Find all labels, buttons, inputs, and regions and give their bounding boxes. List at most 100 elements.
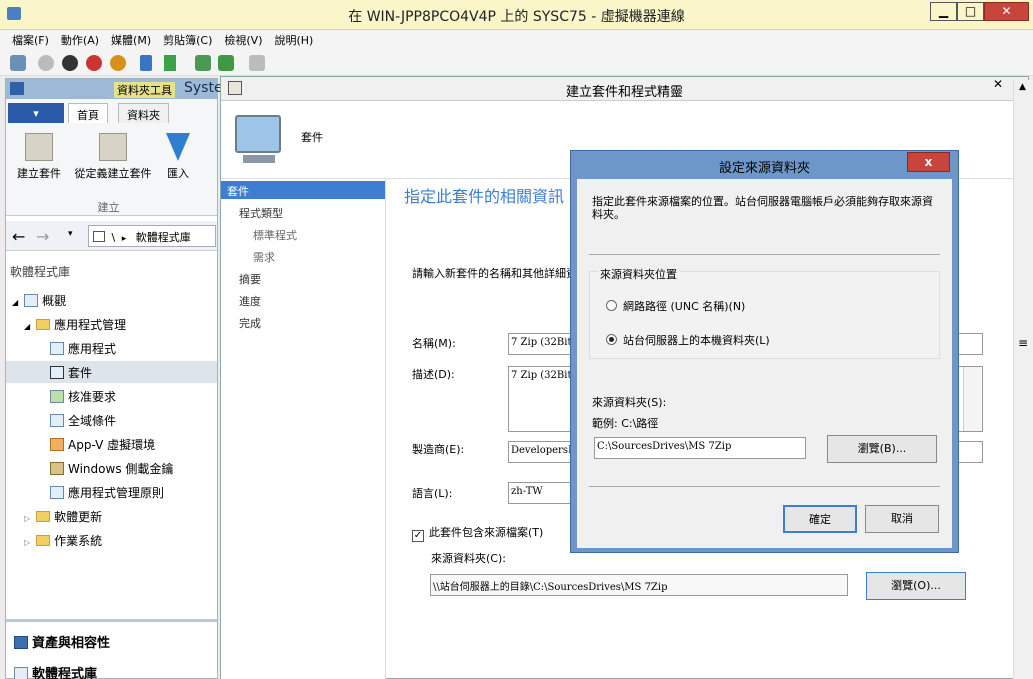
workspace-assets-compliance[interactable]: 資產與相容性 bbox=[14, 632, 110, 651]
wizard-titlebar: 建立套件和程式精靈 ✕ bbox=[221, 77, 1028, 101]
dialog-close-button[interactable]: x bbox=[907, 152, 950, 172]
tab-home[interactable]: 首頁 bbox=[68, 103, 108, 123]
contains-source-checkbox[interactable]: ✓ 此套件包含來源檔案(T) bbox=[412, 524, 543, 542]
browse-source-button[interactable]: 瀏覽(O)... bbox=[866, 572, 966, 600]
back-arrow-icon[interactable]: ← bbox=[12, 227, 25, 246]
scroll-grip-icon: ≡ bbox=[1018, 336, 1029, 350]
tree-item-global-conditions[interactable]: 全域條件 bbox=[50, 412, 116, 429]
tab-folder[interactable]: 資料夾 bbox=[118, 103, 169, 123]
tree-label: 軟體更新 bbox=[54, 510, 103, 524]
tree-item-app-management[interactable]: ◢ 應用程式管理 bbox=[24, 316, 126, 333]
key-icon bbox=[50, 462, 64, 475]
tree-item-packages[interactable]: 套件 bbox=[6, 361, 217, 383]
turn-off-icon[interactable] bbox=[62, 55, 78, 71]
console-icon bbox=[10, 82, 24, 95]
create-from-definition-button[interactable]: 從定義建立套件 bbox=[68, 133, 158, 181]
option-label: 網路路徑 (UNC 名稱)(N) bbox=[623, 300, 746, 313]
tree-label: App-V 虛擬環境 bbox=[68, 438, 156, 452]
tree-label: Windows 側載金鑰 bbox=[68, 462, 174, 476]
import-label: 匯入 bbox=[167, 167, 189, 180]
config-manager-console: 資料夾工具 Syste ▾ 首頁 資料夾 建立套件 從定義建立套件 匯入 建立 … bbox=[5, 78, 223, 679]
package-icon bbox=[25, 133, 53, 161]
share-icon[interactable] bbox=[249, 55, 265, 71]
scroll-up-icon[interactable]: ▲ bbox=[1019, 82, 1026, 92]
workspace-label: 軟體程式庫 bbox=[32, 667, 98, 679]
source-folder-input[interactable]: C:\SourcesDrives\MS 7Zip bbox=[594, 437, 806, 459]
assets-icon bbox=[14, 636, 28, 649]
step-standard-program: 標準程式 bbox=[253, 229, 297, 242]
workspace-label: 資產與相容性 bbox=[32, 636, 111, 651]
breadcrumb-separator: \ bbox=[111, 231, 116, 244]
vm-toolbar bbox=[0, 50, 1033, 76]
minimize-button[interactable]: ▁ bbox=[930, 2, 957, 21]
history-dropdown-icon[interactable]: ▾ bbox=[68, 229, 73, 239]
option-local[interactable]: 站台伺服器上的本機資料夾(L) bbox=[606, 332, 770, 348]
tree-item-overview[interactable]: ◢ 概觀 bbox=[12, 292, 66, 309]
maximize-button[interactable]: □ bbox=[957, 2, 984, 21]
save-state-icon[interactable] bbox=[110, 55, 126, 71]
source-folder-label: 來源資料夾(C): bbox=[431, 552, 506, 565]
shutdown-icon[interactable] bbox=[86, 55, 102, 71]
manufacturer-label: 製造商(E): bbox=[412, 443, 465, 456]
folder-icon bbox=[36, 535, 51, 546]
approval-icon bbox=[50, 390, 64, 403]
menu-file[interactable]: 檔案(F) bbox=[6, 30, 55, 50]
close-button[interactable]: ✕ bbox=[984, 2, 1029, 21]
tree-item-operating-systems[interactable]: ▷ 作業系統 bbox=[24, 532, 102, 549]
create-from-definition-label: 從定義建立套件 bbox=[74, 167, 152, 180]
tree-item-applications[interactable]: 應用程式 bbox=[50, 340, 116, 357]
tree-label: 核准要求 bbox=[68, 390, 117, 404]
ribbon-menu-button[interactable]: ▾ bbox=[8, 103, 64, 123]
ok-button[interactable]: 確定 bbox=[783, 505, 857, 533]
dialog-separator bbox=[589, 486, 940, 487]
tree-item-appv[interactable]: App-V 虛擬環境 bbox=[50, 436, 155, 453]
description-label: 描述(D): bbox=[412, 368, 455, 381]
checkpoint-icon[interactable] bbox=[195, 55, 211, 71]
menu-media[interactable]: 媒體(M) bbox=[105, 30, 157, 50]
create-package-label: 建立套件 bbox=[17, 167, 61, 180]
browse-button[interactable]: 瀏覽(B)... bbox=[827, 435, 937, 463]
folder-icon bbox=[36, 319, 51, 330]
address-bar: ← → ▾ \ ▸ 軟體程式庫 bbox=[6, 221, 217, 251]
breadcrumb[interactable]: \ ▸ 軟體程式庫 bbox=[88, 225, 216, 247]
checkbox-label: 此套件包含來源檔案(T) bbox=[429, 526, 544, 539]
pause-icon[interactable] bbox=[140, 55, 152, 71]
section-title: 軟體程式庫 bbox=[10, 265, 71, 279]
forward-arrow-icon[interactable]: → bbox=[36, 227, 49, 246]
import-button[interactable]: 匯入 bbox=[158, 133, 198, 181]
tree-label: 應用程式 bbox=[68, 342, 117, 356]
workspace-software-library[interactable]: 軟體程式庫 bbox=[14, 663, 97, 679]
wizard-title: 建立套件和程式精靈 bbox=[565, 85, 683, 100]
cancel-button[interactable]: 取消 bbox=[865, 505, 939, 533]
ctrl-alt-del-icon[interactable] bbox=[10, 55, 26, 71]
menu-clipboard[interactable]: 剪貼簿(C) bbox=[157, 30, 218, 50]
menu-help[interactable]: 說明(H) bbox=[268, 30, 319, 50]
computer-package-icon bbox=[235, 115, 281, 153]
option-label: 站台伺服器上的本機資料夾(L) bbox=[623, 334, 770, 347]
menu-view[interactable]: 檢視(V) bbox=[218, 30, 268, 50]
revert-icon[interactable] bbox=[218, 55, 234, 71]
source-folder-field[interactable]: \\站台伺服器上的目錄\C:\SourcesDrives\MS 7Zip bbox=[430, 574, 848, 596]
language-field[interactable]: zh-TW bbox=[508, 482, 573, 504]
tree-label: 應用程式管理 bbox=[54, 318, 127, 332]
tree-item-app-policies[interactable]: 應用程式管理原則 bbox=[50, 484, 164, 501]
radio-unchecked-icon bbox=[606, 300, 617, 311]
wizard-steps: 套件 程式類型 標準程式 需求 摘要 進度 完成 bbox=[221, 179, 386, 679]
dialog-titlebar: 設定來源資料夾 x bbox=[571, 151, 958, 179]
packages-icon bbox=[50, 366, 64, 379]
host-scrollbar[interactable]: ▲ ≡ bbox=[1013, 80, 1033, 679]
create-package-button[interactable]: 建立套件 bbox=[10, 133, 68, 181]
tree-item-software-updates[interactable]: ▷ 軟體更新 bbox=[24, 508, 102, 525]
tree-item-sideloading-keys[interactable]: Windows 側載金鑰 bbox=[50, 460, 173, 477]
example-text: 範例: C:\路徑 bbox=[592, 417, 659, 430]
option-unc[interactable]: 網路路徑 (UNC 名稱)(N) bbox=[606, 298, 745, 314]
wizard-close-icon[interactable]: ✕ bbox=[981, 77, 1015, 93]
menu-action[interactable]: 動作(A) bbox=[55, 30, 105, 50]
resume-icon[interactable] bbox=[164, 55, 176, 71]
console-titlebar: 資料夾工具 Syste bbox=[6, 79, 223, 99]
start-icon[interactable] bbox=[38, 55, 54, 71]
dialog-separator bbox=[589, 254, 940, 255]
description-scrollbar[interactable] bbox=[963, 367, 981, 431]
page-heading: 指定此套件的相關資訊 bbox=[404, 187, 564, 206]
tree-item-approval-requests[interactable]: 核准要求 bbox=[50, 388, 116, 405]
